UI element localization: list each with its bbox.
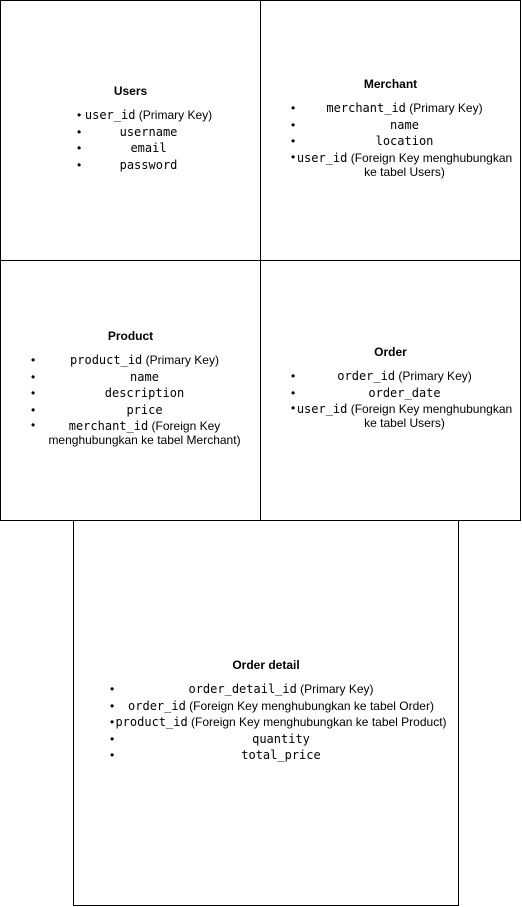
bullet: • — [77, 141, 82, 155]
field-item: • merchant_id (Primary Key) — [291, 101, 483, 115]
field-item: • order_id (Primary Key) — [291, 369, 472, 383]
bullet: • — [291, 401, 296, 415]
bullet: • — [291, 101, 296, 115]
entity-users-box[interactable]: Users • user_id (Primary Key) • username •… — [0, 0, 261, 261]
field-item: • name — [31, 369, 159, 384]
bullet: • — [291, 117, 296, 132]
field-item: • price — [31, 402, 163, 417]
field-item: • user_id (Foreign Key menghubungkan ke ta… — [291, 401, 513, 430]
bullet: • — [291, 134, 296, 148]
field-item: • user_id (Primary Key) — [77, 108, 213, 122]
field-item: • product_id (Foreign Key menghubungkan k… — [110, 715, 447, 729]
bullet: • — [110, 748, 115, 762]
bullet: • — [31, 402, 36, 417]
bullet: • — [31, 353, 36, 367]
bullet: • — [291, 369, 296, 383]
bullet: • — [31, 369, 36, 384]
field-item: • email — [77, 141, 167, 155]
field-list: • order_detail_id (Primary Key) • order_id… — [74, 681, 458, 764]
entity-order-detail-box[interactable]: Order detail • order_detail_id (Primary K… — [73, 520, 459, 906]
entity-title: Merchant — [363, 77, 418, 91]
field-item: • location — [291, 134, 434, 148]
field-item: • quantity — [110, 731, 310, 746]
field-list: • merchant_id (Primary Key) • name • locati… — [261, 100, 520, 179]
field-item: • total_price — [110, 748, 321, 762]
entity-product-box[interactable]: Product • product_id (Primary Key) • name … — [0, 260, 261, 521]
bullet: • — [110, 682, 115, 696]
bullet: • — [31, 418, 36, 432]
field-item: • order_date — [291, 385, 441, 400]
bullet: • — [77, 108, 82, 122]
field-item: • name — [291, 117, 419, 132]
field-item: • password — [77, 157, 178, 172]
entity-title: Order detail — [232, 658, 300, 672]
field-item: • order_detail_id (Primary Key) — [110, 682, 374, 696]
bullet: • — [110, 731, 115, 746]
bullet: • — [291, 149, 296, 164]
field-list: • user_id (Primary Key) • username • email … — [1, 107, 260, 173]
field-item: • username — [77, 124, 178, 139]
entity-title: Product — [107, 329, 154, 343]
bullet: • — [291, 385, 296, 400]
bullet: • — [110, 715, 115, 729]
field-list: • order_id (Primary Key) • order_date • use… — [261, 368, 520, 430]
entity-title: Users — [113, 84, 148, 98]
field-list: • product_id (Primary Key) • name • descrip… — [1, 352, 260, 447]
bullet: • — [31, 386, 36, 400]
entity-title: Order — [374, 345, 407, 359]
field-item: • user_id (Foreign Key menghubungkan ke ta… — [291, 149, 513, 179]
bullet: • — [77, 157, 82, 172]
field-item: • order_id (Foreign Key menghubungkan ke … — [110, 698, 434, 713]
field-item: • product_id (Primary Key) — [31, 353, 219, 367]
bullet: • — [110, 698, 115, 713]
field-item: • merchant_id (Foreign Key menghubungkan k… — [31, 418, 241, 447]
entity-merchant-box[interactable]: Merchant • merchant_id (Primary Key) • nam… — [260, 0, 521, 261]
bullet: • — [77, 124, 82, 139]
entity-order-box[interactable]: Order • order_id (Primary Key) • order_dat… — [260, 260, 521, 521]
field-item: • description — [31, 386, 185, 400]
